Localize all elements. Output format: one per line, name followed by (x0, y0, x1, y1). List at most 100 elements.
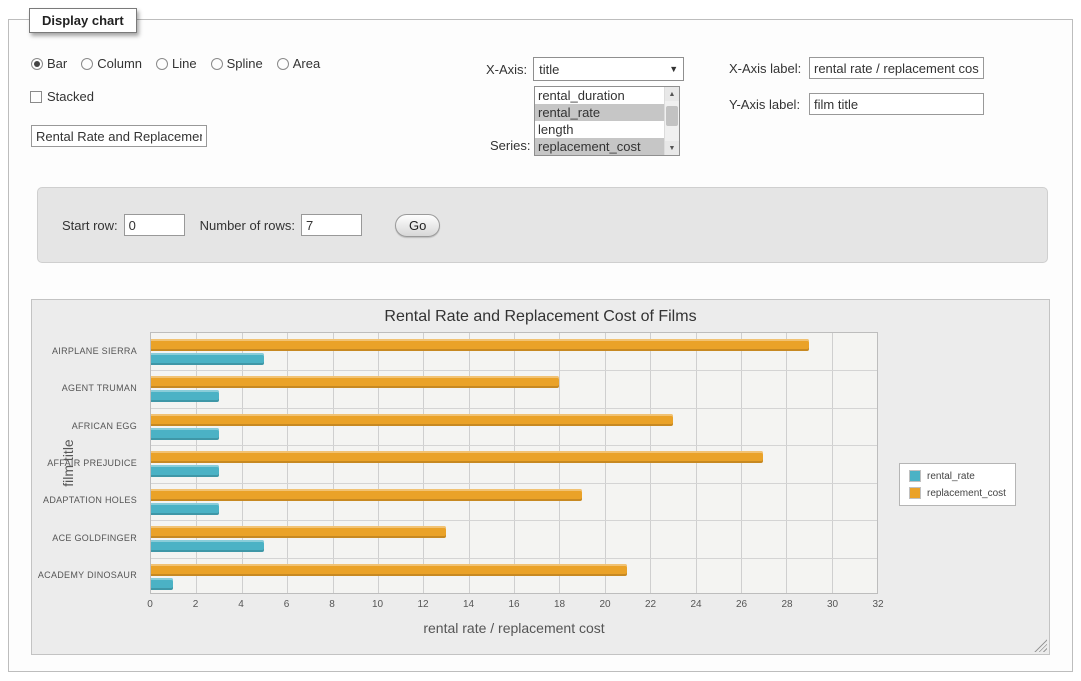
x-axis-tick-labels: 02468101214161820222426283032 (150, 599, 878, 613)
x-tick-label: 2 (193, 599, 199, 610)
display-chart-fieldset: Display chart BarColumnLineSplineArea St… (8, 19, 1073, 672)
x-tick-label: 4 (238, 599, 244, 610)
chart-legend: rental_rate replacement_cost (899, 463, 1016, 506)
x-tick-label: 28 (781, 599, 792, 610)
chart-title-input[interactable] (31, 125, 207, 147)
bar-rental_rate (151, 465, 219, 477)
chart-type-label: Column (97, 56, 142, 71)
category-label: AIRPLANE SIERRA (32, 332, 144, 369)
category-label: ACADEMY DINOSAUR (32, 557, 144, 594)
bar-rental_rate (151, 353, 264, 365)
bar-replacement_cost (151, 414, 673, 426)
x-tick-label: 0 (147, 599, 153, 610)
gridline (151, 408, 877, 409)
legend-swatch (909, 487, 921, 499)
bar-rental_rate (151, 428, 219, 440)
stacked-option[interactable]: Stacked (30, 89, 94, 104)
chart-title: Rental Rate and Replacement Cost of Film… (32, 308, 1049, 326)
gridline (151, 558, 877, 559)
number-of-rows-input[interactable] (301, 214, 362, 236)
resize-handle-icon[interactable] (1034, 639, 1047, 652)
stacked-checkbox[interactable] (30, 91, 42, 103)
bar-replacement_cost (151, 564, 627, 576)
category-label: ACE GOLDFINGER (32, 519, 144, 556)
gridline (151, 483, 877, 484)
series-scrollbar[interactable]: ▲ ▼ (664, 87, 679, 155)
chart-type-option-column[interactable]: Column (81, 56, 142, 71)
x-axis-select-group: X-Axis: title ▼ (486, 57, 684, 81)
x-tick-label: 16 (508, 599, 519, 610)
bar-replacement_cost (151, 526, 446, 538)
bar-replacement_cost (151, 489, 582, 501)
bar-rental_rate (151, 540, 264, 552)
stacked-label: Stacked (47, 89, 94, 104)
x-axis-select-label: X-Axis: (486, 62, 527, 77)
legend-label: rental_rate (927, 471, 975, 482)
x-tick-label: 12 (417, 599, 428, 610)
x-axis-label-input[interactable] (809, 57, 984, 79)
bar-replacement_cost (151, 451, 763, 463)
start-row-input[interactable] (124, 214, 185, 236)
chart-type-option-bar[interactable]: Bar (31, 56, 67, 71)
chart: Rental Rate and Replacement Cost of Film… (31, 299, 1050, 655)
y-axis-label-input[interactable] (809, 93, 984, 115)
category-label: AGENT TRUMAN (32, 369, 144, 406)
chart-x-axis-title: rental rate / replacement cost (150, 620, 878, 636)
radio-button-icon (81, 58, 93, 70)
x-tick-label: 8 (329, 599, 335, 610)
go-button[interactable]: Go (395, 214, 440, 237)
legend-item: rental_rate (909, 470, 1006, 482)
chart-type-label: Bar (47, 56, 67, 71)
chart-type-option-spline[interactable]: Spline (211, 56, 263, 71)
series-options: rental_durationrental_ratelengthreplacem… (535, 87, 664, 155)
series-option-replacement_cost[interactable]: replacement_cost (535, 138, 664, 155)
radio-button-icon (31, 58, 43, 70)
series-option-rental_duration[interactable]: rental_duration (535, 87, 664, 104)
series-listbox-label: Series: (490, 138, 530, 153)
number-of-rows-label: Number of rows: (200, 218, 295, 233)
bar-rental_rate (151, 578, 173, 590)
start-row-label: Start row: (62, 218, 118, 233)
x-tick-label: 10 (372, 599, 383, 610)
series-listbox[interactable]: rental_durationrental_ratelengthreplacem… (534, 86, 680, 156)
x-tick-label: 26 (736, 599, 747, 610)
scrollbar-track[interactable] (665, 101, 679, 141)
x-tick-label: 22 (645, 599, 656, 610)
legend-item: replacement_cost (909, 487, 1006, 499)
scroll-up-icon[interactable]: ▲ (665, 87, 679, 101)
bar-rental_rate (151, 503, 219, 515)
x-axis-label-group: X-Axis label: (729, 57, 984, 79)
y-axis-label-label: Y-Axis label: (729, 97, 803, 112)
series-option-length[interactable]: length (535, 121, 664, 138)
radio-button-icon (156, 58, 168, 70)
chart-type-option-area[interactable]: Area (277, 56, 320, 71)
chart-type-label: Area (293, 56, 320, 71)
x-tick-label: 14 (463, 599, 474, 610)
bar-replacement_cost (151, 339, 809, 351)
gridline (832, 333, 833, 593)
x-tick-label: 18 (554, 599, 565, 610)
x-tick-label: 24 (690, 599, 701, 610)
x-tick-label: 20 (599, 599, 610, 610)
scrollbar-thumb[interactable] (666, 106, 678, 126)
category-axis-labels: AIRPLANE SIERRAAGENT TRUMANAFRICAN EGGAF… (32, 332, 144, 594)
chart-type-option-line[interactable]: Line (156, 56, 197, 71)
y-axis-label-group: Y-Axis label: (729, 93, 984, 115)
series-option-rental_rate[interactable]: rental_rate (535, 104, 664, 121)
x-tick-label: 6 (284, 599, 290, 610)
chart-type-label: Spline (227, 56, 263, 71)
category-label: AFFAIR PREJUDICE (32, 444, 144, 481)
radio-button-icon (211, 58, 223, 70)
x-axis-selected-value: title (539, 62, 559, 77)
gridline (151, 370, 877, 371)
x-axis-select[interactable]: title ▼ (533, 57, 684, 81)
scroll-down-icon[interactable]: ▼ (665, 141, 679, 155)
x-tick-label: 30 (827, 599, 838, 610)
app: Display chart Bar Column Line Spline Area St… (0, 0, 1081, 681)
bar-replacement_cost (151, 376, 559, 388)
legend-label: replacement_cost (927, 488, 1006, 499)
gridline (151, 445, 877, 446)
fieldset-legend: Display chart (29, 8, 137, 33)
radio-button-icon (277, 58, 289, 70)
gridline (151, 520, 877, 521)
